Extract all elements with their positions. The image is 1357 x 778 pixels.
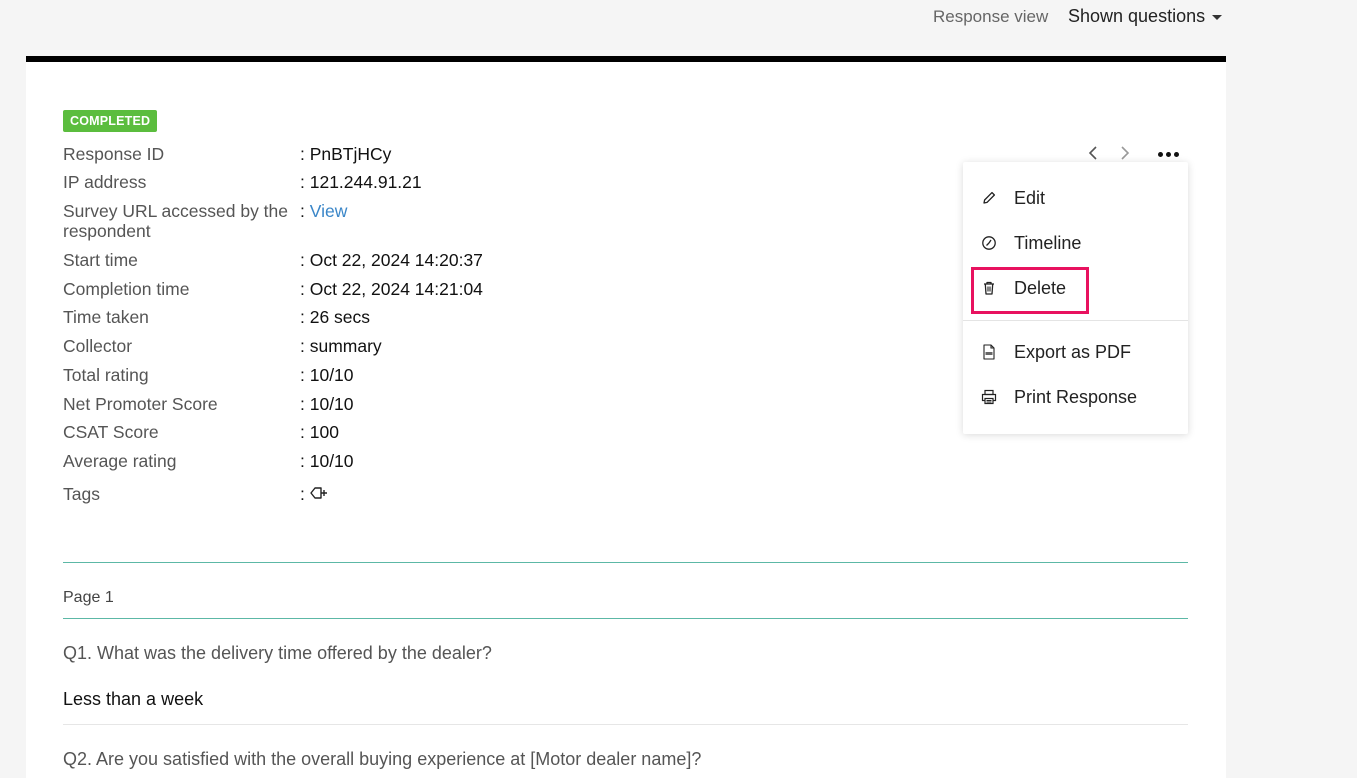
meta-value: : 100: [300, 422, 339, 442]
section-divider: [63, 562, 1188, 563]
meta-key: Total rating: [63, 365, 149, 385]
meta-key: Tags: [63, 484, 100, 504]
menu-item-export-pdf[interactable]: Export as PDF: [963, 332, 1188, 372]
menu-item-label: Delete: [1014, 277, 1067, 298]
shown-questions-label: Shown questions: [1068, 6, 1206, 26]
meta-key: Net Promoter Score: [63, 394, 218, 414]
top-bar: Response view Shown questions: [0, 0, 1357, 56]
pdf-file-icon: [980, 343, 998, 361]
menu-item-label: Export as PDF: [1014, 341, 1132, 362]
trash-icon: [980, 279, 998, 297]
meta-value: : summary: [300, 336, 382, 356]
shown-questions-dropdown[interactable]: Shown questions: [1068, 6, 1223, 27]
meta-value: : 121.244.91.21: [300, 172, 422, 192]
meta-key: Average rating: [63, 451, 177, 471]
meta-key: Completion time: [63, 279, 190, 299]
question-1: Q1. What was the delivery time offered b…: [63, 643, 492, 663]
answer-1: Less than a week: [63, 689, 204, 709]
add-tag-icon[interactable]: [309, 485, 329, 505]
meta-key: Start time: [63, 250, 138, 270]
page-label: Page 1: [63, 589, 114, 606]
meta-value: : 10/10: [300, 394, 354, 414]
pencil-icon: [980, 189, 998, 207]
meta-prefix: :: [300, 484, 305, 504]
next-response-button[interactable]: [1116, 142, 1134, 164]
menu-item-label: Edit: [1014, 187, 1046, 208]
chevron-left-icon: [1088, 146, 1097, 160]
menu-item-edit[interactable]: Edit: [963, 178, 1188, 218]
previous-response-button[interactable]: [1084, 142, 1102, 164]
printer-icon: [980, 388, 998, 406]
menu-item-delete[interactable]: Delete: [963, 268, 1188, 308]
dot: [1165, 151, 1171, 157]
meta-value: : PnBTjHCy: [300, 144, 392, 164]
meta-value: : 26 secs: [300, 307, 371, 327]
response-navigation: [1084, 142, 1134, 164]
meta-key: Time taken: [63, 307, 149, 327]
view-survey-url-link[interactable]: View: [310, 201, 348, 221]
meta-key: CSAT Score: [63, 422, 159, 442]
meta-value: : 10/10: [300, 451, 354, 471]
question-2: Q2. Are you satisfied with the overall b…: [63, 749, 702, 769]
meta-value: :: [300, 484, 329, 505]
question-divider: [63, 724, 1188, 725]
meta-key: IP address: [63, 172, 147, 192]
menu-item-label: Timeline: [1014, 232, 1082, 253]
meta-value: : Oct 22, 2024 14:21:04: [300, 279, 483, 299]
menu-item-label: Print Response: [1014, 386, 1138, 407]
chevron-right-icon: [1121, 146, 1130, 160]
meta-key: Collector: [63, 336, 133, 356]
response-card: COMPLETED Response ID : PnBTjHCy IP addr…: [26, 56, 1226, 778]
response-actions-menu: Edit Timeline Delete Export as PDF Print…: [963, 162, 1188, 434]
section-divider: [63, 618, 1188, 619]
meta-key: Response ID: [63, 144, 165, 164]
meta-value: : Oct 22, 2024 14:20:37: [300, 250, 483, 270]
menu-item-print[interactable]: Print Response: [963, 377, 1188, 417]
response-view-label: Response view: [933, 7, 1049, 26]
status-badge: COMPLETED: [63, 110, 158, 132]
clock-icon: [980, 234, 998, 252]
dot: [1173, 151, 1179, 157]
menu-item-timeline[interactable]: Timeline: [963, 223, 1188, 263]
menu-divider: [963, 320, 1188, 321]
meta-value: : 10/10: [300, 365, 354, 385]
meta-prefix: :: [300, 201, 310, 221]
meta-key: Survey URL accessed by the respondent: [63, 201, 289, 241]
meta-value: : View: [300, 201, 347, 221]
dot: [1157, 151, 1163, 157]
caret-down-icon: [1212, 15, 1223, 20]
